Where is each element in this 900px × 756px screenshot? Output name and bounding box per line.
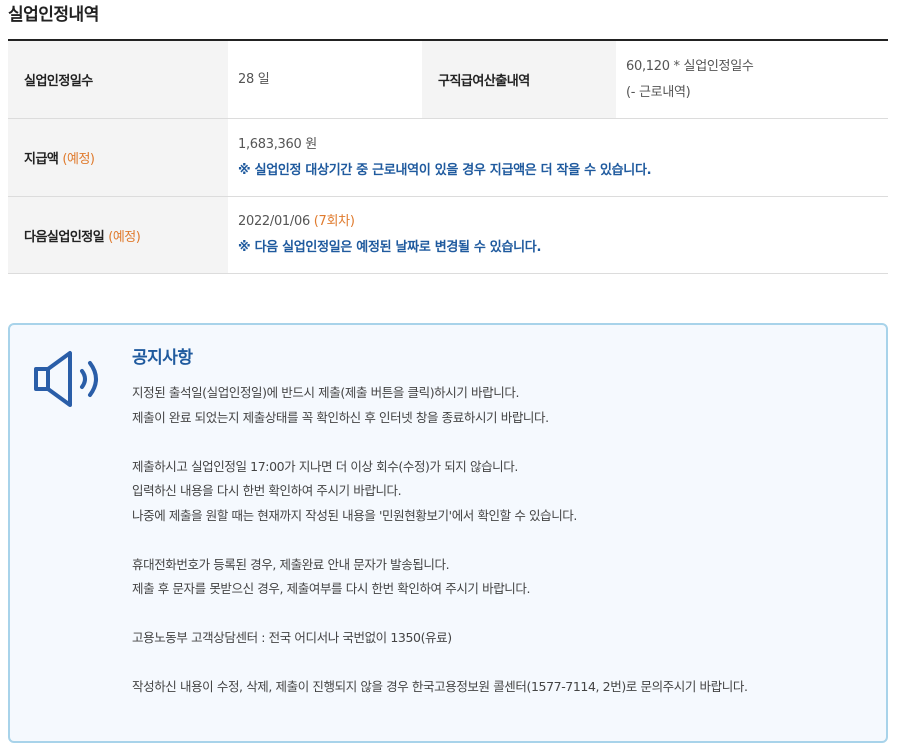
table-row: 다음실업인정일 (예정) 2022/01/06 (7회차) ※ 다음 실업인정일… xyxy=(8,197,888,274)
notice-line xyxy=(132,651,882,676)
notice-line xyxy=(132,602,882,627)
notice-line: 제출이 완료 되었는지 제출상태를 꼭 확인하신 후 인터넷 창을 종료하시기 … xyxy=(132,409,549,425)
unemployment-info-table: 실업인정일수 28 일 구직급여산출내역 60,120 * 실업인정일수 (- … xyxy=(8,39,888,274)
notice-line xyxy=(132,430,882,455)
notice-line xyxy=(132,528,882,553)
section-title: 실업인정내역 xyxy=(8,5,99,25)
notice-title: 공지사항 xyxy=(132,348,193,368)
notice-line: 제출하시고 실업인정일 17:00가 지나면 더 이상 회수(수정)가 되지 않… xyxy=(132,458,518,474)
next-date-line: 2022/01/06 (7회차) xyxy=(238,209,888,235)
table-row: 지급액 (예정) 1,683,360 원 ※ 실업인정 대상기간 중 근로내역이… xyxy=(8,119,888,197)
payment-amount-text: 1,683,360 원 xyxy=(238,136,317,152)
label-next-recognition-date: 다음실업인정일 (예정) xyxy=(8,197,228,273)
speaker-icon xyxy=(34,351,98,407)
value-benefit-calculation: 60,120 * 실업인정일수 (- 근로내역) xyxy=(616,41,888,118)
notice-line: 지정된 출석일(실업인정일)에 반드시 제출(제출 버튼을 클릭)하시기 바랍니… xyxy=(132,385,520,400)
next-date-note: ※ 다음 실업인정일은 예정된 날짜로 변경될 수 있습니다. xyxy=(238,240,542,255)
notice-line: 휴대전화번호가 등록된 경우, 제출완료 안내 문자가 발송됩니다. xyxy=(132,556,450,572)
label-recognized-days: 실업인정일수 xyxy=(8,41,228,118)
notice-content: 지정된 출석일(실업인정일)에 반드시 제출(제출 버튼을 클릭)하시기 바랍니… xyxy=(132,381,882,700)
payment-label-text: 지급액 xyxy=(24,152,59,167)
next-date-label-tag: (예정) xyxy=(108,229,141,245)
calc-line-1: 60,120 * 실업인정일수 xyxy=(626,58,754,74)
value-recognized-days: 28 일 xyxy=(228,41,422,118)
next-date-label-text: 다음실업인정일 xyxy=(24,229,105,245)
table-row: 실업인정일수 28 일 구직급여산출내역 60,120 * 실업인정일수 (- … xyxy=(8,41,888,119)
next-date-text: 2022/01/06 xyxy=(238,214,310,229)
payment-label-tag: (예정) xyxy=(62,152,95,167)
notice-line: 입력하신 내용을 다시 한번 확인하여 주시기 바랍니다. xyxy=(132,483,402,498)
payment-note: ※ 실업인정 대상기간 중 근로내역이 있을 경우 지급액은 더 작을 수 있습… xyxy=(238,162,652,178)
label-benefit-calculation: 구직급여산출내역 xyxy=(422,41,616,118)
notice-box: 공지사항 지정된 출석일(실업인정일)에 반드시 제출(제출 버튼을 클릭)하시… xyxy=(8,323,888,743)
calc-line-2: (- 근로내역) xyxy=(626,84,691,100)
value-next-recognition-date: 2022/01/06 (7회차) ※ 다음 실업인정일은 예정된 날짜로 변경될… xyxy=(228,197,888,273)
value-payment-amount: 1,683,360 원 ※ 실업인정 대상기간 중 근로내역이 있을 경우 지급… xyxy=(228,119,888,196)
label-payment-amount: 지급액 (예정) xyxy=(8,119,228,196)
notice-line: 고용노동부 고객상담센터 : 전국 어디서나 국번없이 1350(유료) xyxy=(132,630,452,645)
next-date-round-tag: (7회차) xyxy=(313,214,355,229)
notice-line: 나중에 제출을 원할 때는 현재까지 작성된 내용을 '민원현황보기'에서 확인… xyxy=(132,507,577,523)
notice-line: 작성하신 내용이 수정, 삭제, 제출이 진행되지 않을 경우 한국고용정보원 … xyxy=(132,679,748,694)
notice-line: 제출 후 문자를 못받으신 경우, 제출여부를 다시 한번 확인하여 주시기 바… xyxy=(132,581,531,596)
recognized-days-text: 28 일 xyxy=(238,71,270,87)
